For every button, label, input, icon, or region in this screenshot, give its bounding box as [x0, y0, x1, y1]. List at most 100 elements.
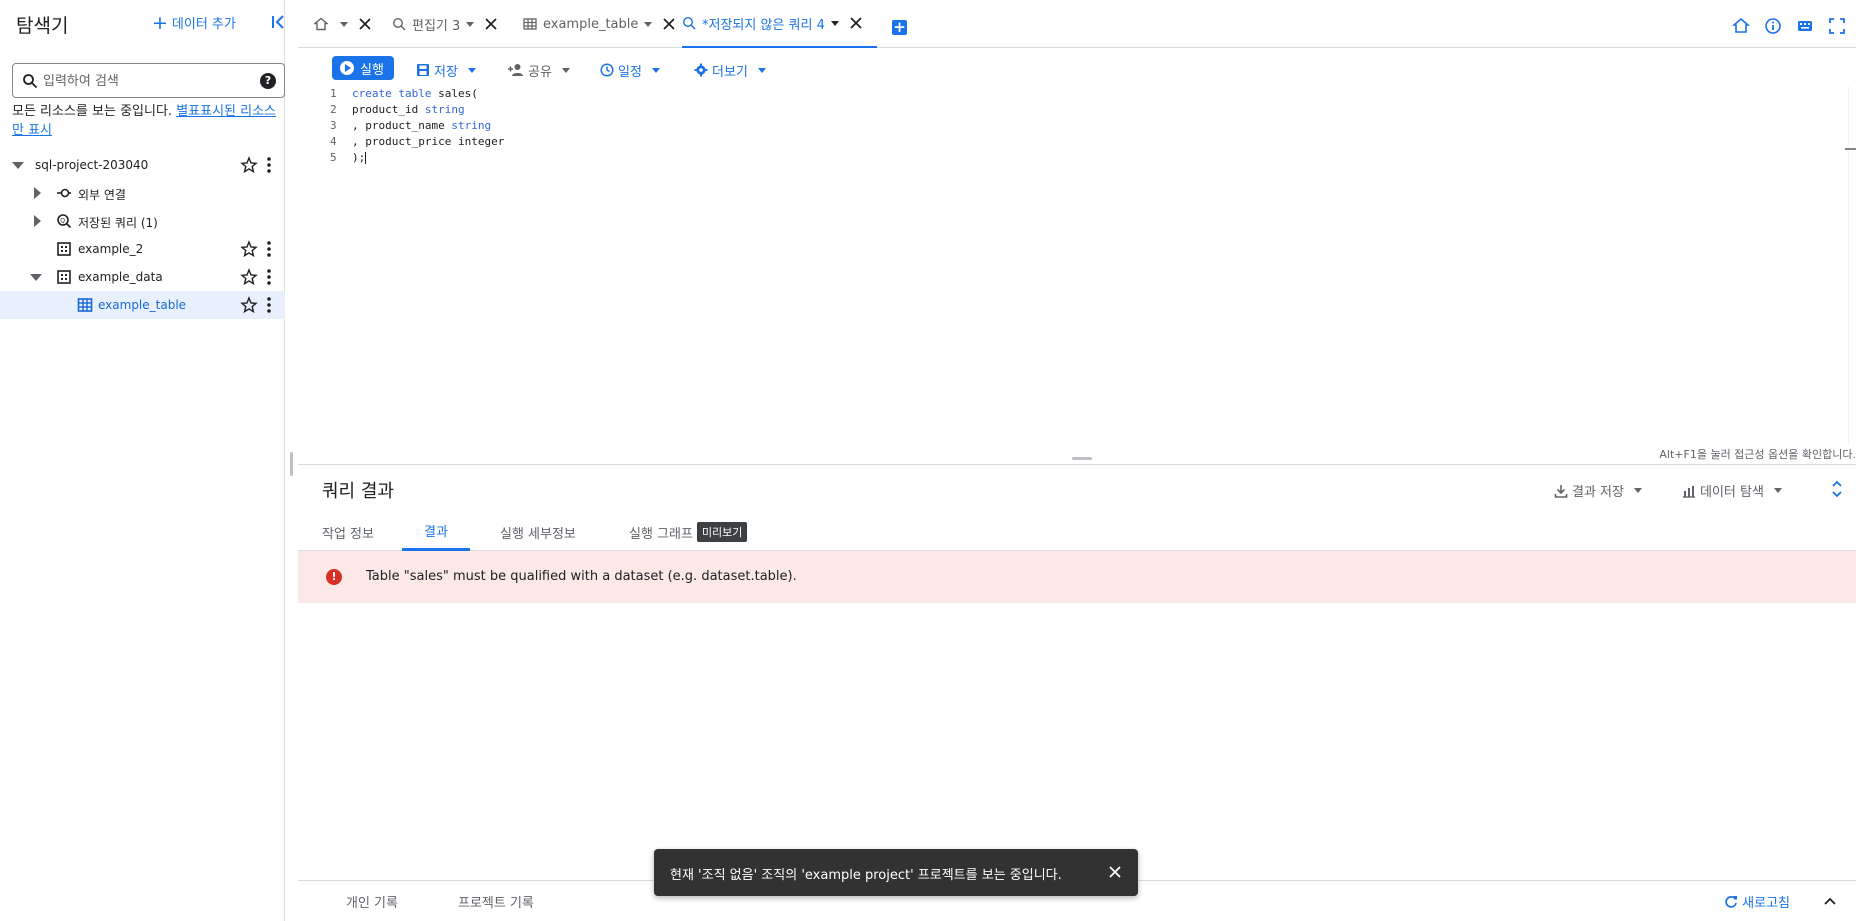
- query-icon: [682, 16, 696, 30]
- star-icon[interactable]: [240, 268, 258, 286]
- caret-down-icon[interactable]: [30, 274, 42, 281]
- explore-data-button[interactable]: 데이터 탐색: [1682, 481, 1782, 500]
- chevron-down-icon: [1633, 488, 1642, 493]
- chevron-down-icon: [561, 67, 570, 73]
- close-icon[interactable]: [662, 17, 676, 31]
- tree-item-example-data[interactable]: example_data: [0, 263, 285, 291]
- more-options-icon[interactable]: [266, 296, 272, 314]
- more-options-icon[interactable]: [266, 268, 272, 286]
- home-icon[interactable]: [1732, 17, 1750, 35]
- tab-job-info[interactable]: 작업 정보: [322, 513, 374, 551]
- caret-right-icon[interactable]: [34, 187, 41, 199]
- saved-query-icon: Q: [57, 214, 72, 229]
- line-number: 3: [330, 119, 337, 132]
- explorer-header: 탐색기 + 데이터 추가: [0, 0, 285, 46]
- saved-queries-label: 저장된 쿼리 (1): [78, 216, 158, 230]
- run-label: 실행: [360, 62, 384, 78]
- chevron-up-icon[interactable]: [1824, 895, 1836, 907]
- line-number: 5: [330, 151, 337, 164]
- code-line: );: [352, 151, 367, 164]
- line-number: 4: [330, 135, 337, 148]
- star-icon[interactable]: [240, 156, 258, 174]
- refresh-label: 새로고침: [1742, 896, 1790, 911]
- expand-panel-icon[interactable]: [1830, 479, 1844, 499]
- star-icon[interactable]: [240, 296, 258, 314]
- chevron-down-icon[interactable]: [830, 20, 839, 26]
- code-line: , product_name string: [352, 119, 492, 132]
- add-data-label: 데이터 추가: [171, 17, 236, 32]
- schedule-button[interactable]: 일정: [600, 60, 660, 80]
- gear-icon: [694, 63, 708, 77]
- example-table-label: example_table: [98, 298, 187, 312]
- query-toolbar: 실행 저장 공유 일정 더보기: [298, 48, 1856, 86]
- save-results-button[interactable]: 결과 저장: [1554, 481, 1642, 500]
- example-2-label: example_2: [78, 242, 144, 256]
- chevron-down-icon[interactable]: [644, 21, 653, 27]
- panel-resize-handle[interactable]: [1072, 457, 1092, 460]
- help-icon[interactable]: ?: [260, 73, 276, 89]
- text-cursor: [365, 152, 367, 164]
- sql-editor[interactable]: 1 2 3 4 5 create table sales( product_id…: [298, 86, 1856, 446]
- error-icon: !: [326, 569, 342, 585]
- collapse-sidebar-icon[interactable]: [270, 12, 288, 32]
- tab-execution-details[interactable]: 실행 세부정보: [500, 513, 576, 551]
- bigquery-console: 탐색기 + 데이터 추가 ? 모든 리소스를 보는 중입니다. 별표표시된 리소…: [0, 0, 1856, 921]
- close-icon[interactable]: [484, 17, 498, 31]
- tab-results[interactable]: 결과: [402, 513, 470, 551]
- sidebar-resize-handle[interactable]: [290, 452, 293, 476]
- explore-data-label: 데이터 탐색: [1700, 485, 1764, 500]
- tab-project-history[interactable]: 프로젝트 기록: [458, 892, 534, 911]
- refresh-button[interactable]: 새로고침: [1724, 892, 1790, 911]
- more-options-icon[interactable]: [266, 240, 272, 258]
- chevron-down-icon[interactable]: [466, 21, 475, 27]
- results-title: 쿼리 결과: [322, 481, 394, 502]
- tree-item-example-table[interactable]: example_table: [0, 291, 285, 319]
- more-button[interactable]: 더보기: [694, 60, 766, 80]
- accessibility-hint: Alt+F1을 눌러 접근성 옵션을 확인합니다.: [1659, 448, 1856, 461]
- chevron-down-icon[interactable]: [340, 21, 348, 27]
- tab-unsaved-query-4[interactable]: *저장되지 않은 쿼리 4: [682, 0, 877, 48]
- error-message: Table "sales" must be qualified with a d…: [366, 569, 797, 584]
- tree-item-external-connections[interactable]: 외부 연결: [0, 179, 285, 207]
- code-line: , product_price integer: [352, 135, 505, 148]
- tab-home[interactable]: [314, 0, 372, 48]
- save-button[interactable]: 저장: [416, 60, 476, 80]
- dataset-icon: [57, 242, 71, 256]
- tab-personal-history[interactable]: 개인 기록: [346, 892, 398, 911]
- tab-editor-3[interactable]: 편집기 3: [392, 0, 498, 48]
- star-icon[interactable]: [240, 240, 258, 258]
- tree-item-saved-queries[interactable]: Q 저장된 쿼리 (1): [0, 207, 285, 235]
- more-options-icon[interactable]: [266, 156, 272, 174]
- tab-execution-graph[interactable]: 실행 그래프 미리보기: [629, 513, 748, 551]
- keyboard-icon[interactable]: [1796, 17, 1814, 35]
- tree-item-example-2[interactable]: example_2: [0, 235, 285, 263]
- resource-notice: 모든 리소스를 보는 중입니다. 별표표시된 리소스만 표시: [12, 102, 282, 140]
- line-number-gutter: 1 2 3 4 5: [298, 86, 352, 444]
- home-icon: [314, 17, 328, 31]
- tab-example-table[interactable]: example_table: [523, 0, 676, 48]
- preview-badge: 미리보기: [696, 522, 748, 542]
- fullscreen-icon[interactable]: [1828, 17, 1846, 35]
- search-icon: [23, 74, 38, 89]
- code-area[interactable]: create table sales( product_id string , …: [352, 86, 1849, 444]
- add-data-button[interactable]: + 데이터 추가: [152, 13, 236, 32]
- table-icon: [77, 298, 93, 312]
- share-label: 공유: [528, 64, 552, 80]
- add-person-icon: [508, 64, 523, 76]
- editor-tab-bar: 편집기 3 example_table *저장되지 않은 쿼리 4 +: [298, 0, 1856, 48]
- close-icon[interactable]: [358, 17, 372, 31]
- execution-graph-label: 실행 그래프: [629, 526, 693, 542]
- share-button[interactable]: 공유: [508, 60, 570, 80]
- line-number: 2: [330, 103, 337, 116]
- info-icon[interactable]: [1764, 17, 1782, 35]
- code-line: create table sales(: [352, 87, 478, 100]
- search-input[interactable]: [43, 71, 258, 91]
- caret-right-icon[interactable]: [34, 215, 41, 227]
- new-tab-button[interactable]: +: [892, 20, 907, 35]
- tree-item-project[interactable]: sql-project-203040: [0, 151, 285, 179]
- caret-down-icon[interactable]: [12, 162, 24, 169]
- close-icon[interactable]: [1108, 865, 1122, 879]
- run-button[interactable]: 실행: [332, 56, 394, 80]
- close-icon[interactable]: [849, 16, 863, 30]
- refresh-icon: [1725, 895, 1738, 908]
